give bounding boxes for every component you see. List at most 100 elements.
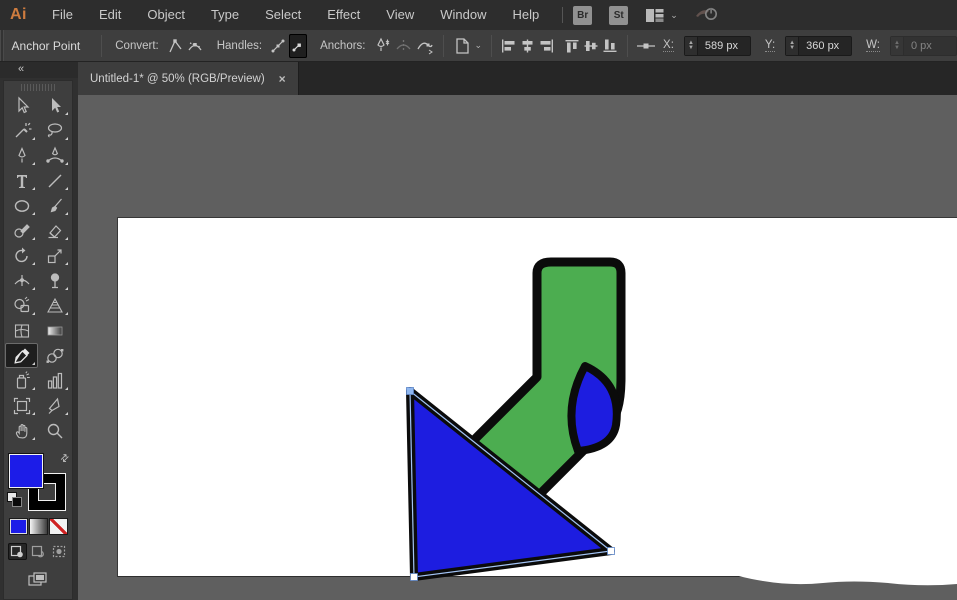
selection-tool[interactable] xyxy=(5,93,38,118)
x-field[interactable]: ▲▼ 589 px xyxy=(684,36,751,56)
menu-help[interactable]: Help xyxy=(499,0,552,30)
column-graph-tool[interactable] xyxy=(38,368,71,393)
gradient-tool[interactable] xyxy=(38,318,71,343)
none-button[interactable] xyxy=(50,519,67,534)
document-tab[interactable]: Untitled-1* @ 50% (RGB/Preview) × xyxy=(78,62,299,95)
artwork-layer xyxy=(78,95,957,600)
rotate-tool[interactable] xyxy=(5,243,38,268)
panel-grip[interactable] xyxy=(21,83,55,92)
eyedropper-tool[interactable] xyxy=(5,343,38,368)
connect-anchors-button[interactable] xyxy=(415,34,435,58)
scale-icon xyxy=(45,246,65,266)
color-button[interactable] xyxy=(10,519,27,534)
white-blob-shape[interactable] xyxy=(715,565,957,585)
x-stepper[interactable]: ▲▼ xyxy=(685,37,698,55)
y-stepper[interactable]: ▲▼ xyxy=(786,37,799,55)
document-setup-button[interactable] xyxy=(452,34,474,58)
paintbrush-tool[interactable] xyxy=(38,193,71,218)
type-icon xyxy=(12,171,32,191)
draw-inside-button[interactable] xyxy=(50,543,69,560)
direct-selection-tool[interactable] xyxy=(38,93,71,118)
magic-wand-icon xyxy=(12,121,32,141)
x-value: 589 px xyxy=(698,40,750,52)
artboard-icon xyxy=(12,396,32,416)
convert-to-smooth-button[interactable] xyxy=(186,34,204,58)
menu-object[interactable]: Object xyxy=(134,0,198,30)
workspace-switcher[interactable]: ⌄ xyxy=(645,8,678,23)
pen-tool[interactable] xyxy=(5,143,38,168)
menu-bar: Ai FileEditObjectTypeSelectEffectViewWin… xyxy=(0,0,957,30)
menu-view[interactable]: View xyxy=(373,0,427,30)
app-logo-icon[interactable]: Ai xyxy=(0,6,39,24)
menu-select[interactable]: Select xyxy=(252,0,314,30)
menubar-divider xyxy=(562,7,563,23)
scale-tool[interactable] xyxy=(38,243,71,268)
bridge-button[interactable]: Br xyxy=(573,6,592,25)
y-label[interactable]: Y: xyxy=(765,39,775,52)
artboard-tool[interactable] xyxy=(5,393,38,418)
hand-icon xyxy=(12,421,32,441)
align-left-button[interactable] xyxy=(500,34,517,58)
blend-tool[interactable] xyxy=(38,343,71,368)
magic-wand-tool[interactable] xyxy=(5,118,38,143)
canvas-area[interactable] xyxy=(78,95,957,600)
control-bar: Anchor Point Convert: Handles: Anchors: xyxy=(0,30,957,62)
anchor-point-selected[interactable] xyxy=(407,388,414,395)
slice-tool[interactable] xyxy=(38,393,71,418)
anchor-point[interactable] xyxy=(411,574,418,581)
selection-icon xyxy=(12,96,32,116)
remove-anchor-button[interactable] xyxy=(373,34,392,58)
symbol-sprayer-icon xyxy=(12,371,32,391)
align-center-vertical-button[interactable] xyxy=(583,34,600,58)
curvature-tool[interactable] xyxy=(38,143,71,168)
anchor-point[interactable] xyxy=(608,548,615,555)
default-fill-stroke-icon[interactable] xyxy=(8,493,22,507)
show-handles-button[interactable] xyxy=(269,34,287,58)
hide-handles-button[interactable] xyxy=(289,34,307,58)
draw-behind-button[interactable] xyxy=(29,543,48,560)
controlbar-grip[interactable] xyxy=(0,30,4,61)
y-value: 360 px xyxy=(799,40,851,52)
type-tool[interactable] xyxy=(5,168,38,193)
convert-to-corner-button[interactable] xyxy=(166,34,184,58)
ellipse-tool[interactable] xyxy=(5,193,38,218)
anchors-label: Anchors: xyxy=(320,40,365,52)
close-tab-icon[interactable]: × xyxy=(279,72,286,86)
swap-fill-stroke-icon[interactable]: ⇄ xyxy=(58,452,72,466)
collapse-panel-button[interactable]: « xyxy=(0,62,78,78)
menu-edit[interactable]: Edit xyxy=(86,0,134,30)
convert-label: Convert: xyxy=(115,40,158,52)
align-center-horizontal-button[interactable] xyxy=(519,34,536,58)
x-label[interactable]: X: xyxy=(663,39,674,52)
width-tool[interactable] xyxy=(5,268,38,293)
hand-tool[interactable] xyxy=(5,418,38,443)
align-bottom-button[interactable] xyxy=(602,34,619,58)
eraser-icon xyxy=(45,221,65,241)
y-field[interactable]: ▲▼ 360 px xyxy=(785,36,852,56)
menu-type[interactable]: Type xyxy=(198,0,252,30)
gradient-button[interactable] xyxy=(30,519,47,534)
perspective-grid-tool[interactable] xyxy=(38,293,71,318)
shape-builder-tool[interactable] xyxy=(5,293,38,318)
gpu-performance-icon[interactable] xyxy=(694,4,720,27)
draw-normal-button[interactable] xyxy=(8,543,27,560)
handles-label: Handles: xyxy=(217,40,262,52)
menu-file[interactable]: File xyxy=(39,0,86,30)
cut-path-button xyxy=(394,34,413,58)
chevron-down-icon[interactable]: ⌄ xyxy=(475,40,483,51)
lasso-tool[interactable] xyxy=(38,118,71,143)
menu-window[interactable]: Window xyxy=(427,0,499,30)
menu-effect[interactable]: Effect xyxy=(314,0,373,30)
align-top-button[interactable] xyxy=(564,34,581,58)
change-screen-mode-button[interactable] xyxy=(4,571,72,588)
mesh-tool[interactable] xyxy=(5,318,38,343)
fill-swatch[interactable] xyxy=(9,454,43,488)
symbol-sprayer-tool[interactable] xyxy=(5,368,38,393)
line-segment-tool[interactable] xyxy=(38,168,71,193)
stock-button[interactable]: St xyxy=(609,6,628,25)
puppet-warp-tool[interactable] xyxy=(38,268,71,293)
shaper-tool[interactable] xyxy=(5,218,38,243)
eraser-tool[interactable] xyxy=(38,218,71,243)
align-right-button[interactable] xyxy=(538,34,555,58)
zoom-tool[interactable] xyxy=(38,418,71,443)
